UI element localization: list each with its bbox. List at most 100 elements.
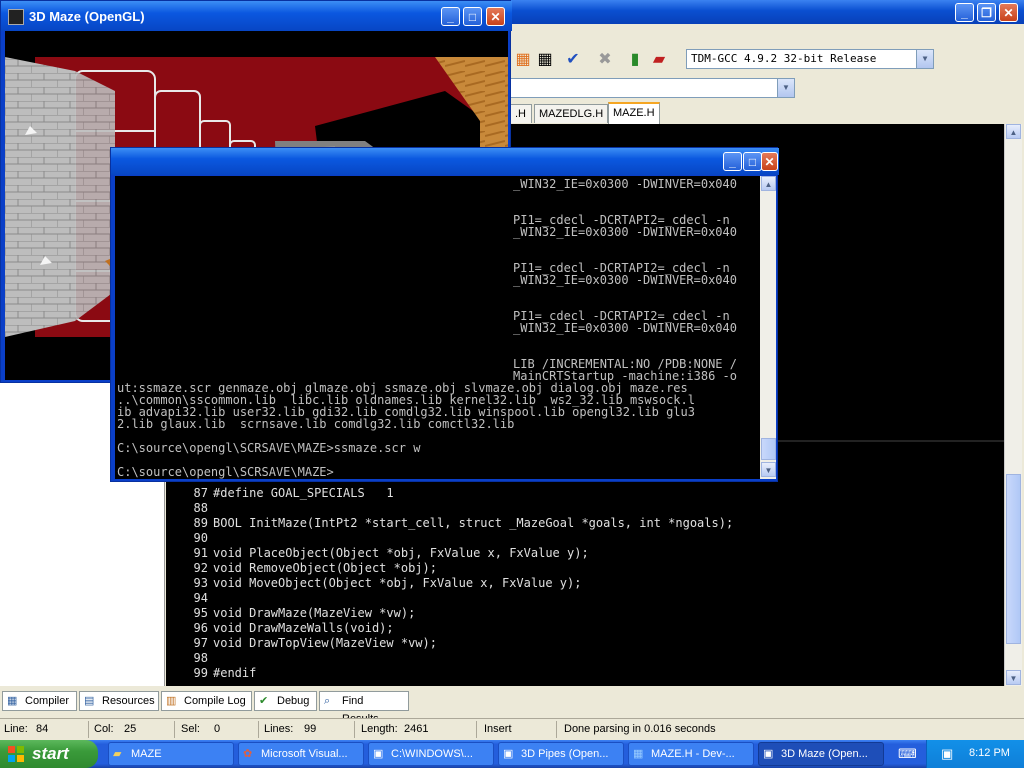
tab-compiler[interactable]: ▦ Compiler bbox=[2, 691, 77, 711]
check-icon[interactable]: ✔ bbox=[562, 50, 584, 70]
chevron-down-icon[interactable]: ▼ bbox=[916, 50, 933, 68]
status-lines-value: 99 bbox=[304, 723, 317, 735]
tab-h[interactable]: .H bbox=[510, 104, 532, 123]
taskbar-item-3d-maze[interactable]: ▣ 3D Maze (Open... bbox=[758, 742, 884, 766]
tab-mazedlg-h[interactable]: MAZEDLG.H bbox=[534, 104, 608, 123]
restore-button[interactable]: ❐ bbox=[977, 3, 996, 22]
console-scrollbar[interactable]: ▲ ▼ bbox=[760, 176, 776, 479]
profile-icon[interactable]: ▰ bbox=[648, 50, 670, 70]
tab-maze-h[interactable]: MAZE.H bbox=[608, 102, 660, 124]
code-line[interactable]: 89 BOOL InitMaze(IntPt2 *start_cell, stru… bbox=[166, 516, 734, 531]
console-line: C:\source\opengl\SCRSAVE\MAZE> bbox=[117, 465, 334, 479]
taskbar-item-label: 3D Pipes (Open... bbox=[521, 748, 609, 760]
resources-icon: ▤ bbox=[84, 695, 95, 707]
code-line[interactable]: 95 void DrawMaze(MazeView *vw); bbox=[166, 606, 416, 621]
taskbar-item-label: MAZE bbox=[131, 748, 162, 760]
compiler-icon: ▦ bbox=[7, 695, 18, 707]
code-line[interactable]: 98 bbox=[166, 651, 213, 666]
taskbar-item-label: MAZE.H - Dev-... bbox=[651, 748, 735, 760]
code-line[interactable]: 97 void DrawTopView(MazeView *vw); bbox=[166, 636, 437, 651]
grid-color-icon[interactable]: ▦ bbox=[512, 50, 534, 70]
editor-tabs: .H MAZEDLG.H MAZE.H bbox=[510, 102, 1024, 124]
editor-scrollbar[interactable]: ▲ ▼ bbox=[1004, 124, 1022, 686]
scroll-down-icon[interactable]: ▼ bbox=[761, 462, 776, 477]
taskbar-item-maze-folder[interactable]: ▰ MAZE bbox=[108, 742, 234, 766]
scroll-down-icon[interactable]: ▼ bbox=[1006, 670, 1021, 685]
compiler-select[interactable]: TDM-GCC 4.9.2 32-bit Release ▼ bbox=[686, 49, 934, 69]
line-number: 88 bbox=[193, 501, 208, 515]
keyboard-icon[interactable]: ⌨ bbox=[898, 746, 917, 762]
code-line[interactable]: 93 void MoveObject(Object *obj, FxValue x… bbox=[166, 576, 582, 591]
code-line[interactable]: 90 bbox=[166, 531, 213, 546]
start-label: start bbox=[32, 744, 69, 763]
console-line: C:\source\opengl\SCRSAVE\MAZE>ssmaze.scr… bbox=[117, 441, 421, 455]
status-sel-label: Sel: bbox=[181, 723, 200, 735]
chevron-down-icon[interactable]: ▼ bbox=[777, 79, 794, 97]
code-text: void DrawMazeWalls(void); bbox=[213, 621, 394, 635]
scroll-thumb[interactable] bbox=[761, 438, 776, 460]
tab-resources-label: Resources bbox=[102, 695, 155, 707]
windows-logo-icon bbox=[8, 746, 24, 762]
compile-log-icon: ▥ bbox=[166, 695, 177, 707]
scroll-up-icon[interactable]: ▲ bbox=[761, 176, 776, 191]
console-output[interactable]: _WIN32_IE=0x0300 -DWINVER=0x040 PI1=_cdec… bbox=[115, 176, 760, 479]
code-text: void DrawMaze(MazeView *vw); bbox=[213, 606, 416, 620]
status-separator bbox=[556, 721, 557, 738]
scroll-up-icon[interactable]: ▲ bbox=[1006, 124, 1021, 139]
debug-icon: ✔ bbox=[259, 695, 269, 707]
tab-compile-log[interactable]: ▥ Compile Log bbox=[161, 691, 252, 711]
console-line: _WIN32_IE=0x0300 -DWINVER=0x040 bbox=[513, 273, 737, 287]
code-line[interactable]: 92 void RemoveObject(Object *obj); bbox=[166, 561, 437, 576]
line-number: 95 bbox=[193, 606, 208, 620]
close-button[interactable]: ✕ bbox=[486, 7, 505, 26]
scroll-thumb[interactable] bbox=[1006, 474, 1021, 644]
chart-icon[interactable]: ▮ bbox=[624, 50, 646, 70]
status-length-value: 2461 bbox=[404, 723, 429, 735]
line-number: 97 bbox=[193, 636, 208, 650]
code-text: BOOL InitMaze(IntPt2 *start_cell, struct… bbox=[213, 516, 734, 530]
visual-studio-icon: ✿ bbox=[243, 748, 253, 760]
console-window[interactable]: _ □ ✕ _WIN32_IE=0x0300 -DWINVER=0x040 PI1… bbox=[110, 147, 779, 482]
find-icon: ⌕ bbox=[324, 695, 331, 707]
minimize-button[interactable]: _ bbox=[723, 152, 742, 171]
taskbar-item-3d-pipes[interactable]: ▣ 3D Pipes (Open... bbox=[498, 742, 624, 766]
code-line[interactable]: 88 bbox=[166, 501, 213, 516]
close-button[interactable]: ✕ bbox=[999, 3, 1018, 22]
code-text: void DrawTopView(MazeView *vw); bbox=[213, 636, 437, 650]
taskbar-item-console[interactable]: ▣ C:\WINDOWS\... bbox=[368, 742, 494, 766]
grid-icon[interactable]: ▦ bbox=[534, 50, 556, 70]
maze-titlebar[interactable]: 3D Maze (OpenGL) _ □ ✕ bbox=[1, 1, 512, 31]
code-line[interactable]: 91 void PlaceObject(Object *obj, FxValue … bbox=[166, 546, 589, 561]
code-line[interactable]: 94 bbox=[166, 591, 213, 606]
code-line[interactable]: 87 #define GOAL_SPECIALS 1 bbox=[166, 486, 394, 501]
cross-icon[interactable]: ✖ bbox=[594, 50, 616, 70]
taskbar-item-devcpp[interactable]: ▦ MAZE.H - Dev-... bbox=[628, 742, 754, 766]
minimize-button[interactable]: _ bbox=[955, 3, 974, 22]
console-titlebar[interactable]: _ □ ✕ bbox=[111, 148, 779, 175]
line-number: 90 bbox=[193, 531, 208, 545]
code-text: void RemoveObject(Object *obj); bbox=[213, 561, 437, 575]
close-button[interactable]: ✕ bbox=[761, 152, 778, 171]
status-bar: Line: 84 Col: 25 Sel: 0 Lines: 99 Length… bbox=[0, 718, 1024, 741]
tab-find-results[interactable]: ⌕ Find Results bbox=[319, 691, 409, 725]
code-line[interactable]: 96 void DrawMazeWalls(void); bbox=[166, 621, 394, 636]
status-line-label: Line: bbox=[4, 723, 28, 735]
status-separator bbox=[174, 721, 175, 738]
line-number: 87 bbox=[193, 486, 208, 500]
folder-icon: ▰ bbox=[113, 748, 122, 760]
taskbar-clock[interactable]: 8:12 PM bbox=[969, 747, 1010, 759]
maximize-button[interactable]: □ bbox=[463, 7, 482, 26]
status-separator bbox=[88, 721, 89, 738]
function-select[interactable]: ▼ bbox=[510, 78, 795, 98]
network-icon[interactable]: ▣ bbox=[941, 746, 953, 762]
tab-resources[interactable]: ▤ Resources bbox=[79, 691, 159, 711]
status-col-label: Col: bbox=[94, 723, 114, 735]
tab-debug[interactable]: ✔ Debug bbox=[254, 691, 317, 711]
minimize-button[interactable]: _ bbox=[441, 7, 460, 26]
status-line-value: 84 bbox=[36, 723, 49, 735]
code-line[interactable]: 99 #endif bbox=[166, 666, 257, 681]
taskbar-item-visual-studio[interactable]: ✿ Microsoft Visual... bbox=[238, 742, 364, 766]
maximize-button[interactable]: □ bbox=[743, 152, 762, 171]
tab-debug-label: Debug bbox=[277, 695, 310, 707]
start-button[interactable]: start bbox=[0, 740, 98, 768]
